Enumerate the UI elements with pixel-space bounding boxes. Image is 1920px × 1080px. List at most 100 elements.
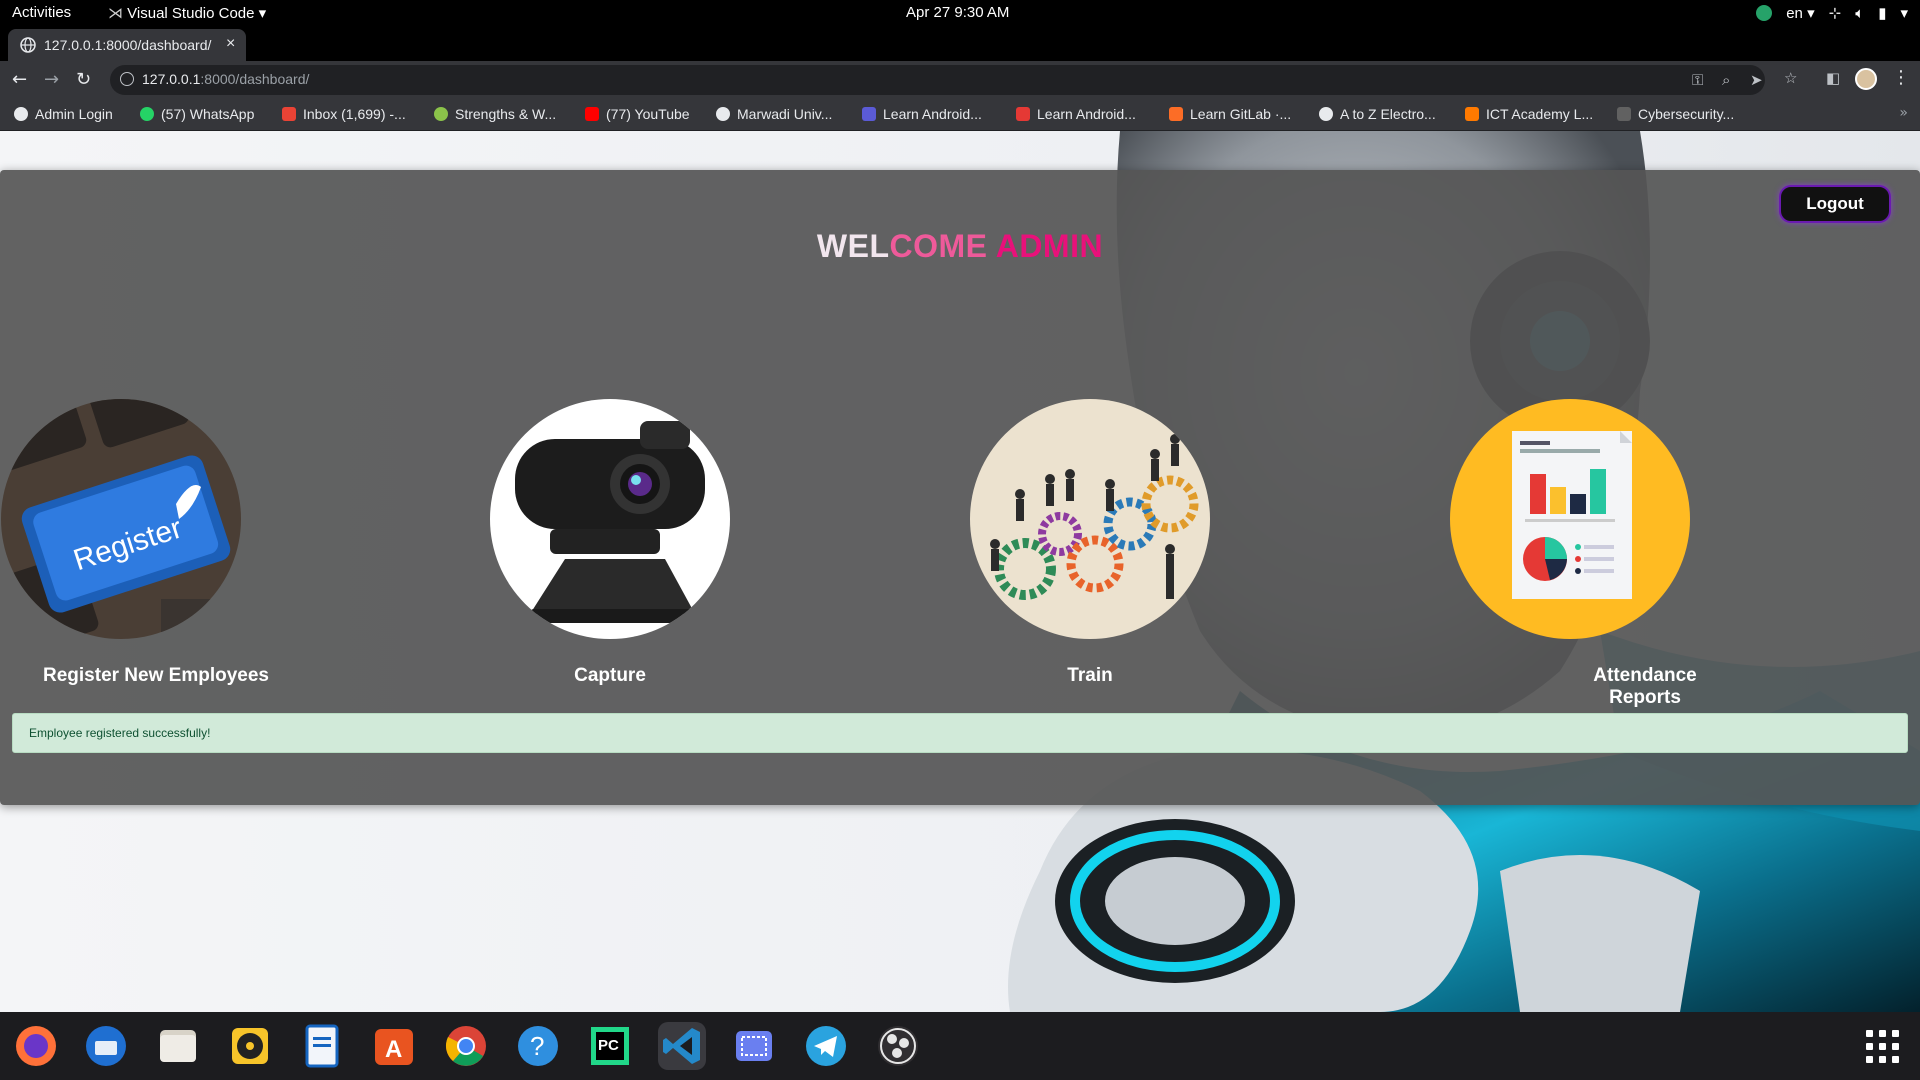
globe-icon [14,107,28,121]
capture-card[interactable]: Capture [460,399,760,687]
bookmark-item[interactable]: Admin Login [14,106,113,122]
side-panel-icon[interactable]: ◧ [1826,69,1840,87]
pycharm-icon[interactable]: PC [586,1022,634,1070]
bookmark-label: ICT Academy L... [1486,106,1594,122]
bookmark-label: Learn Android... [883,106,982,122]
rhythmbox-icon[interactable] [226,1022,274,1070]
bookmark-label: Marwadi Univ... [737,106,833,122]
bookmark-item[interactable]: Cybersecurity... [1617,106,1734,122]
files-icon[interactable] [154,1022,202,1070]
tab-title: 127.0.0.1:8000/dashboard/ [44,37,212,53]
vscode-icon[interactable] [658,1022,706,1070]
network-icon: ⊹ [1828,5,1842,22]
page-viewport: Logout WELCOME ADMIN Register Register N… [0,131,1920,1012]
register-keyboard-image[interactable]: Register [1,399,241,639]
logout-button[interactable]: Logout [1779,185,1891,223]
welcome-part-1: WEL [816,228,890,264]
bookmark-label: Inbox (1,699) -... [303,106,406,122]
back-icon[interactable]: ← [12,69,27,90]
software-icon[interactable]: A [370,1022,418,1070]
screenshot-icon[interactable] [730,1022,778,1070]
language-label: en [1786,5,1803,22]
bookmark-item[interactable]: Learn GitLab ·... [1169,106,1291,122]
bookmark-label: Strengths & W... [455,106,557,122]
reports-card[interactable]: Attendance Reports [1420,399,1720,709]
chevron-down-icon: ▾ [258,5,267,22]
bookmark-label: A to Z Electro... [1340,106,1436,122]
thunderbird-icon[interactable] [82,1022,130,1070]
reports-card-label[interactable]: Attendance Reports [1570,665,1720,709]
zoom-icon[interactable]: ⌕ [1722,71,1730,89]
bookmark-label: Learn Android... [1037,106,1136,122]
vscode-small-icon: ⋊ [108,5,128,22]
bookmark-item[interactable]: Marwadi Univ... [716,106,832,122]
more-bookmarks-icon[interactable]: » [1899,105,1908,121]
dashboard-panel: Logout WELCOME ADMIN Register Register N… [0,170,1920,805]
gnome-top-bar: Activities ⋊ Visual Studio Code ▾ Apr 27… [0,0,1920,27]
grid-icon [862,107,876,121]
volume-icon: 🔈︎ [1855,4,1865,22]
success-alert: Employee registered successfully! [12,713,1908,753]
obs-icon[interactable] [874,1022,922,1070]
ubuntu-dock: A ? PC [0,1012,1920,1080]
gears-people-image[interactable] [970,399,1210,639]
bookmark-item[interactable]: A to Z Electro... [1319,106,1436,122]
train-card[interactable]: Train [940,399,1240,687]
bookmark-item[interactable]: Strengths & W... [434,106,556,122]
clock[interactable]: Apr 27 9:30 AM [906,4,1009,21]
globe-icon [716,107,730,121]
show-applications-icon[interactable] [1866,1030,1900,1064]
bookmark-item[interactable]: ICT Academy L... [1465,106,1593,122]
libreoffice-writer-icon[interactable] [298,1022,346,1070]
url-text[interactable]: 127.0.0.1:8000/dashboard/ [142,71,309,87]
shield-check-icon [1756,5,1773,21]
language-indicator[interactable]: en ▾ [1786,4,1814,22]
address-bar[interactable]: 127.0.0.1:8000/dashboard/ ⚿ ⌕ ➤ [110,65,1765,95]
activities-button[interactable]: Activities [12,4,71,21]
forward-icon[interactable]: → [44,69,59,90]
bookmark-item[interactable]: Inbox (1,699) -... [282,106,406,122]
ict-icon [1465,107,1479,121]
reload-icon[interactable]: ↻ [76,69,91,90]
webcam-image[interactable] [490,399,730,639]
browser-toolbar: ← → ↻ 127.0.0.1:8000/dashboard/ ⚿ ⌕ ➤ ☆ … [0,61,1920,99]
key-icon[interactable]: ⚿ [1692,71,1703,89]
bookmark-item[interactable]: Learn Android... [862,106,982,122]
svg-text:PC: PC [598,1037,619,1054]
help-icon[interactable]: ? [514,1022,562,1070]
bookmark-item[interactable]: Learn Android... [1016,106,1136,122]
globe-icon [1319,107,1333,121]
globe-icon [20,37,36,53]
menu-icon[interactable]: ⋮ [1892,67,1910,88]
bookmark-item[interactable]: (77) YouTube [585,106,690,122]
app-menu-label: Visual Studio Code [127,5,255,22]
train-card-label[interactable]: Train [940,665,1240,687]
welcome-part-2: COME [889,228,996,264]
bookmark-item[interactable]: (57) WhatsApp [140,106,254,122]
telegram-icon[interactable] [802,1022,850,1070]
bookmarks-bar: Admin Login (57) WhatsApp Inbox (1,699) … [0,99,1920,131]
bookmark-label: (57) WhatsApp [161,106,255,122]
chevron-down-icon: ▾ [1900,5,1908,22]
chrome-icon[interactable] [442,1022,490,1070]
close-tab-icon[interactable]: × [226,35,235,53]
send-icon[interactable]: ➤ [1750,71,1763,89]
firefox-icon[interactable] [12,1022,60,1070]
bookmark-star-icon[interactable]: ☆ [1784,69,1797,87]
system-status-area[interactable]: en ▾ ⊹ 🔈︎ ▮ ▾ [1756,4,1908,22]
strengths-icon [434,107,448,121]
register-card-label[interactable]: Register New Employees [41,665,271,687]
capture-card-label[interactable]: Capture [460,665,760,687]
welcome-part-3: ADMIN [995,228,1104,264]
welcome-heading: WELCOME ADMIN [0,228,1920,265]
register-card[interactable]: Register Register New Employees [0,399,271,687]
site-info-icon[interactable] [120,72,134,86]
report-document-image[interactable] [1450,399,1690,639]
url-path: :8000/dashboard/ [200,71,310,87]
bookmark-label: Learn GitLab ·... [1190,106,1292,122]
youtube-icon [585,107,599,121]
gmail-icon [282,107,296,121]
profile-avatar[interactable] [1855,68,1877,90]
app-menu[interactable]: ⋊ Visual Studio Code ▾ [108,4,266,22]
browser-tab[interactable]: 127.0.0.1:8000/dashboard/ × [8,29,246,61]
